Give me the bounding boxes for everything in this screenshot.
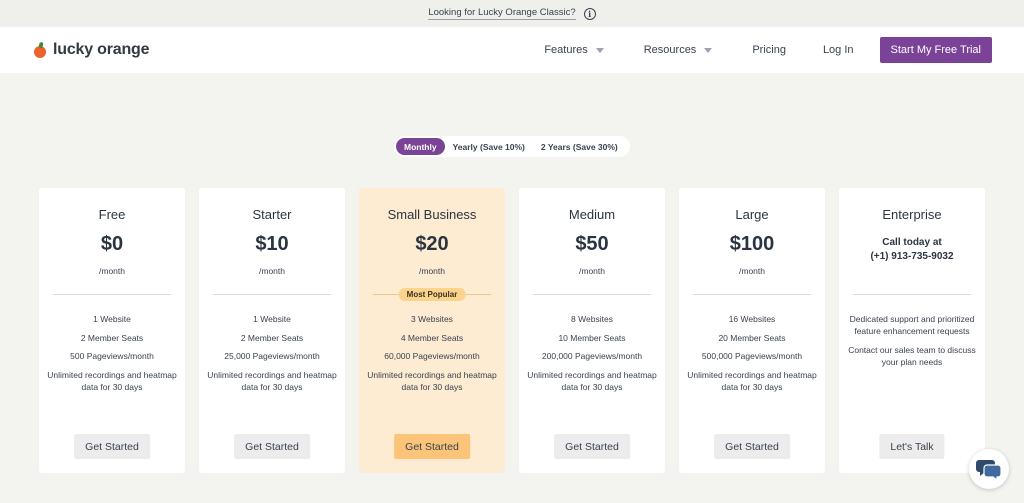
feature-item: Unlimited recordings and heatmap data fo… [367,369,497,392]
orange-logo-icon [34,41,47,58]
feature-item: Contact our sales team to discuss your p… [848,344,976,367]
plan-card-enterprise: Enterprise Call today at (+1) 913-735-90… [839,188,985,473]
toggle-two-years[interactable]: 2 Years (Save 30%) [533,138,626,155]
caret-down-icon [704,47,713,53]
divider [53,294,171,295]
plan-price: $0 [100,233,124,255]
billing-period-toggle: Monthly Yearly (Save 10%) 2 Years (Save … [394,136,630,157]
plan-name: Small Business [387,207,477,222]
feature-item: 10 Member Seats [558,332,626,343]
nav-item-label: Pricing [752,44,786,56]
plan-name: Enterprise [882,207,942,222]
nav-item-resources[interactable]: Resources [644,44,713,56]
plan-period: /month [419,266,445,276]
top-nav: lucky orange Features Resources Pricing … [0,27,1024,73]
feature-item: 1 Website [253,314,291,324]
plan-card-starter: Starter $10 /month 1 Website 2 Member Se… [199,188,345,473]
plan-period: /month [99,266,125,276]
plan-card-large: Large $100 /month 16 Websites 20 Member … [679,188,825,473]
plan-card-free: Free $0 /month 1 Website 2 Member Seats … [39,188,185,473]
nav-item-label: Resources [643,44,697,56]
feature-item: Unlimited recordings and heatmap data fo… [527,369,657,392]
toggle-monthly[interactable]: Monthly [396,138,445,155]
logo-text: lucky orange [53,41,150,58]
info-icon[interactable]: i [583,7,596,20]
plan-name: Starter [252,207,292,222]
lets-talk-button[interactable]: Let's Talk [879,434,945,459]
plan-card-small-business: Small Business $20 /month Most Popular 3… [359,188,505,473]
feature-item: 2 Member Seats [240,332,304,343]
toggle-yearly[interactable]: Yearly (Save 10%) [445,138,533,155]
announcement-banner: Looking for Lucky Orange Classic? i [0,0,1024,27]
nav-item-pricing[interactable]: Pricing [752,44,786,56]
nav-item-label: Features [544,44,588,56]
contact-info: Call today at (+1) 913-735-9032 [839,236,985,264]
divider [533,294,651,295]
phone-number[interactable]: (+1) 913-735-9032 [839,250,985,264]
feature-item: Unlimited recordings and heatmap data fo… [47,369,177,392]
plan-features: Dedicated support and prioritized featur… [847,313,977,374]
contact-line: Call today at [882,237,942,248]
plan-features: 1 Website 2 Member Seats 500 Pageviews/m… [47,313,177,399]
chat-bubbles-icon [976,460,1002,480]
plan-period: /month [259,266,285,276]
feature-item: Unlimited recordings and heatmap data fo… [687,369,817,392]
divider [693,294,811,295]
chat-widget-button[interactable] [969,449,1009,489]
plan-features: 1 Website 2 Member Seats 25,000 Pageview… [207,313,337,399]
get-started-button[interactable]: Get Started [74,434,150,459]
plan-price: $50 [575,233,609,255]
feature-item: 60,000 Pageviews/month [384,351,480,361]
plan-features: 8 Websites 10 Member Seats 200,000 Pagev… [527,313,657,399]
feature-item: 4 Member Seats [400,332,464,343]
logo[interactable]: lucky orange [34,41,150,59]
plan-period: /month [739,266,765,276]
feature-item: 20 Member Seats [718,332,786,343]
get-started-button[interactable]: Get Started [394,434,470,459]
feature-item: 8 Websites [571,314,613,324]
plan-name: Large [735,207,769,222]
plan-features: 3 Websites 4 Member Seats 60,000 Pagevie… [367,313,497,399]
plan-price: $100 [729,233,775,255]
plan-card-medium: Medium $50 /month 8 Websites 10 Member S… [519,188,665,473]
plan-period: /month [579,266,605,276]
feature-item: Unlimited recordings and heatmap data fo… [207,369,337,392]
get-started-button[interactable]: Get Started [554,434,630,459]
feature-item: 500,000 Pageviews/month [701,351,803,361]
nav-item-features[interactable]: Features [544,44,604,56]
plan-price: $10 [255,233,289,255]
plan-name: Medium [568,207,616,222]
caret-down-icon [595,47,604,53]
plan-price: $20 [415,233,449,255]
classic-link[interactable]: Looking for Lucky Orange Classic? [428,7,576,20]
get-started-button[interactable]: Get Started [714,434,790,459]
nav-item-label: Log In [822,44,854,56]
feature-item: 25,000 Pageviews/month [224,351,320,361]
nav-item-login[interactable]: Log In [823,44,854,56]
plan-name: Free [98,207,126,222]
start-free-trial-button[interactable]: Start My Free Trial [879,37,992,63]
feature-item: 1 Website [93,314,131,324]
divider [213,294,331,295]
feature-item: 500 Pageviews/month [70,351,154,361]
feature-item: 3 Websites [411,314,453,324]
feature-item: Dedicated support and prioritized featur… [849,314,975,336]
divider [853,294,971,295]
feature-item: 16 Websites [728,314,776,324]
plan-features: 16 Websites 20 Member Seats 500,000 Page… [687,313,817,399]
feature-item: 200,000 Pageviews/month [541,351,643,361]
get-started-button[interactable]: Get Started [234,434,310,459]
feature-item: 2 Member Seats [80,332,144,343]
most-popular-badge: Most Popular [398,288,466,301]
